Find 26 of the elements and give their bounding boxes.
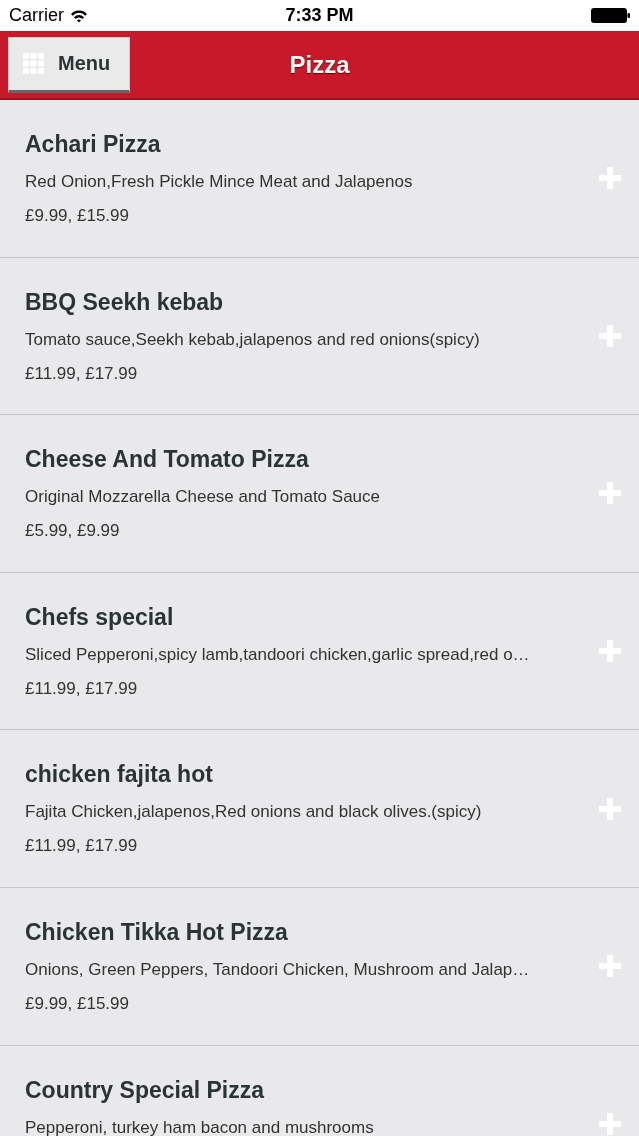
item-price: £11.99, £17.99 <box>25 836 139 857</box>
item-name: chicken fajita hot <box>25 761 214 789</box>
item-price: £5.99, £9.99 <box>25 521 121 542</box>
item-description: Sliced Pepperoni,spicy lamb,tandoori chicken,garlic spread,red o… <box>25 644 531 665</box>
item-name: Cheese And Tomato Pizza <box>25 446 310 474</box>
menu-button[interactable]: Menu <box>8 36 130 93</box>
item-price: £9.99, £15.99 <box>25 206 130 226</box>
page-title: Pizza <box>289 50 350 78</box>
item-name: Chefs special <box>25 603 175 631</box>
item-name: BBQ Seekh kebab <box>25 288 225 316</box>
wifi-icon <box>70 8 88 23</box>
battery-icon <box>591 8 630 23</box>
item-description: Tomato sauce,Seekh kebab,jalapenos and red onions(spicy) <box>25 329 481 350</box>
item-description: Pepperoni, turkey ham bacon and mushrooms <box>25 1117 375 1136</box>
item-name: Achari Pizza <box>25 131 162 158</box>
carrier-label: Carrier <box>9 5 64 26</box>
item-price: £11.99, £17.99 <box>25 363 139 384</box>
item-description: Red Onion,Fresh Pickle Mince Meat and Jalapenos <box>25 172 414 192</box>
item-description: Original Mozzarella Cheese and Tomato Sauce <box>25 487 381 508</box>
item-description: Fajita Chicken,jalapenos,Red onions and black olives.(spicy) <box>25 802 483 823</box>
item-price: £9.99, £15.99 <box>25 993 130 1014</box>
item-description: Onions, Green Peppers, Tandoori Chicken, Mushroom and Jalap… <box>25 959 531 980</box>
item-price: £11.99, £17.99 <box>25 678 139 699</box>
item-name: Chicken Tikka Hot Pizza <box>25 918 289 946</box>
item-name: Country Special Pizza <box>25 1076 266 1104</box>
time-label: 7:33 PM <box>285 5 354 25</box>
